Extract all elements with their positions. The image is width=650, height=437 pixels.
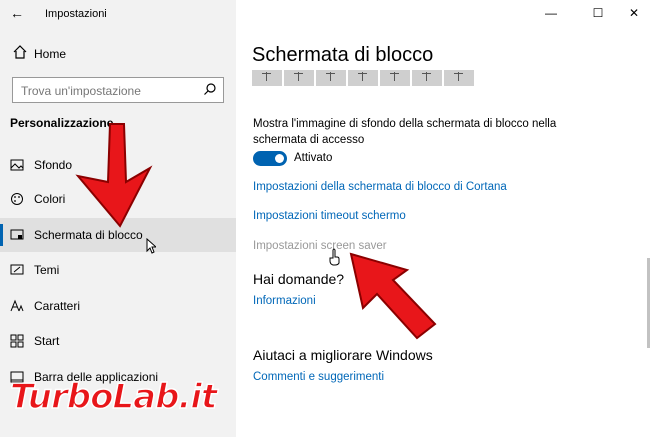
add-app-tile[interactable] — [252, 70, 282, 86]
sidebar-item-label: Start — [34, 334, 60, 348]
signin-background-toggle[interactable] — [253, 151, 287, 166]
add-app-tile[interactable] — [316, 70, 346, 86]
improve-heading: Aiutaci a migliorare Windows — [253, 347, 433, 363]
feedback-link[interactable]: Commenti e suggerimenti — [253, 371, 384, 383]
toggle-state-label: Attivato — [294, 152, 333, 164]
font-icon — [10, 299, 24, 312]
search-placeholder: Trova un'impostazione — [21, 84, 141, 98]
palette-icon — [11, 193, 23, 205]
selection-indicator — [0, 224, 3, 246]
add-app-tile[interactable] — [380, 70, 410, 86]
search-input[interactable]: Trova un'impostazione — [12, 77, 224, 103]
brush-icon — [10, 264, 24, 275]
toggle-knob — [275, 154, 284, 163]
red-arrow-icon — [75, 123, 153, 228]
start-icon — [10, 334, 24, 348]
close-icon[interactable]: ✕ — [626, 6, 642, 20]
cortana-lock-screen-link[interactable]: Impostazioni della schermata di blocco d… — [253, 181, 507, 193]
home-nav-item[interactable]: Home — [0, 40, 236, 68]
sidebar-item-start[interactable]: Start — [0, 324, 236, 358]
info-link[interactable]: Informazioni — [253, 295, 316, 307]
sidebar-item-label: Schermata di blocco — [34, 228, 143, 242]
sidebar-item-label: Colori — [34, 192, 66, 206]
main-content: — ☐ ✕ Schermata di blocco Mostra l'immag… — [236, 0, 650, 437]
add-app-tile[interactable] — [444, 70, 474, 86]
signin-background-description: Mostra l'immagine di sfondo della scherm… — [253, 118, 557, 146]
picture-icon — [10, 159, 24, 171]
add-app-tile[interactable] — [412, 70, 442, 86]
home-label: Home — [34, 47, 67, 61]
maximize-icon[interactable]: ☐ — [590, 6, 606, 20]
screen-timeout-link[interactable]: Impostazioni timeout schermo — [253, 210, 406, 222]
sidebar-item-temi[interactable]: Temi — [0, 253, 236, 287]
sidebar-item-label: Caratteri — [34, 299, 81, 313]
sidebar-item-label: Sfondo — [34, 158, 73, 172]
questions-heading: Hai domande? — [253, 271, 345, 287]
add-app-tile[interactable] — [348, 70, 378, 86]
hand-pointer-icon — [329, 248, 340, 266]
search-icon[interactable] — [203, 82, 217, 96]
page-title: Schermata di blocco — [252, 44, 434, 66]
red-arrow-icon — [349, 252, 437, 340]
mouse-pointer-icon — [146, 238, 156, 254]
watermark: TurboLab.it — [9, 376, 218, 418]
titlebar: ← Impostazioni — [0, 0, 236, 28]
lock-screen-icon — [10, 229, 24, 240]
back-arrow-icon[interactable]: ← — [10, 5, 24, 21]
home-icon — [13, 45, 27, 59]
screen-saver-link[interactable]: Impostazioni screen saver — [253, 240, 387, 252]
sidebar-item-caratteri[interactable]: Caratteri — [0, 289, 236, 323]
app-title: Impostazioni — [45, 8, 107, 20]
add-app-tile[interactable] — [284, 70, 314, 86]
app-tiles — [252, 70, 474, 86]
minimize-icon[interactable]: — — [543, 6, 559, 20]
sidebar-item-label: Temi — [34, 263, 60, 277]
